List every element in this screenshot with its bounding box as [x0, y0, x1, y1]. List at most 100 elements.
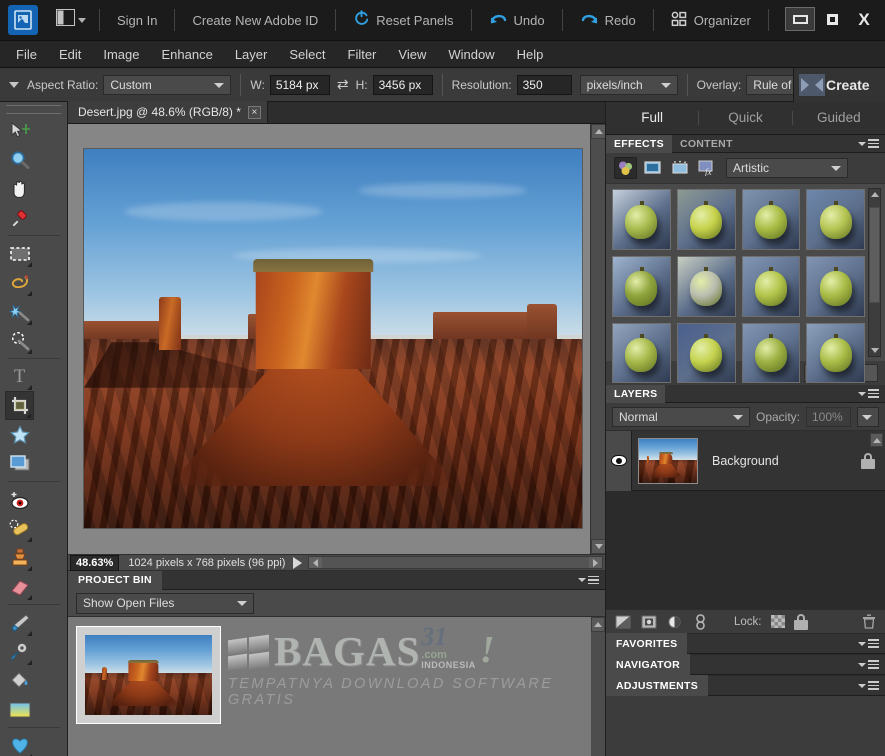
paint-bucket-tool[interactable]	[5, 666, 34, 695]
cookie-cutter-tool[interactable]	[5, 420, 34, 449]
opacity-input[interactable]: 100%	[806, 407, 851, 427]
photo-effects-icon[interactable]	[668, 157, 691, 179]
filters-icon[interactable]	[614, 157, 637, 179]
aspect-ratio-select[interactable]: Custom	[103, 75, 231, 95]
tab-layers[interactable]: LAYERS	[606, 385, 665, 403]
menu-enhance[interactable]: Enhance	[151, 44, 224, 65]
menu-view[interactable]: View	[387, 44, 437, 65]
tab-guided[interactable]: Guided	[793, 111, 885, 125]
effects-thumbnail-grid[interactable]	[606, 183, 885, 361]
effect-thumbnail-poster-edges[interactable]	[677, 323, 736, 384]
create-adobe-id-button[interactable]: Create New Adobe ID	[184, 5, 326, 35]
document-tab[interactable]: Desert.jpg @ 48.6% (RGB/8) * ×	[68, 101, 268, 123]
effect-thumbnail-film-grain[interactable]	[806, 189, 865, 250]
scroll-up-button[interactable]	[869, 189, 880, 200]
gradient-tool[interactable]	[5, 695, 34, 724]
status-scrollbar[interactable]	[308, 556, 603, 569]
effect-thumbnail-dry-brush[interactable]	[742, 189, 801, 250]
menu-filter[interactable]: Filter	[337, 44, 388, 65]
eraser-tool[interactable]	[5, 572, 34, 601]
effect-thumbnail-paint-daubs[interactable]	[742, 256, 801, 317]
crop-tool[interactable]	[5, 391, 34, 420]
layer-thumbnail[interactable]	[638, 438, 698, 484]
scroll-down-button[interactable]	[591, 539, 606, 554]
canvas-vertical-scrollbar[interactable]	[590, 124, 605, 554]
sign-in-button[interactable]: Sign In	[109, 5, 165, 35]
tab-navigator[interactable]: NAVIGATOR	[606, 654, 690, 675]
effect-thumbnail-colored-pencil[interactable]	[612, 189, 671, 250]
project-bin-thumbnail[interactable]	[76, 626, 221, 724]
menu-edit[interactable]: Edit	[48, 44, 92, 65]
effect-thumbnail-fresco[interactable]	[612, 256, 671, 317]
favorites-panel-menu-button[interactable]	[858, 639, 879, 648]
scroll-up-button[interactable]	[591, 617, 605, 632]
close-tab-icon[interactable]: ×	[248, 106, 261, 119]
zoom-tool[interactable]	[5, 145, 34, 174]
lock-transparency-icon[interactable]	[771, 615, 785, 628]
shape-tool[interactable]	[5, 731, 34, 756]
brush-tool[interactable]	[5, 608, 34, 637]
hand-tool[interactable]	[5, 174, 34, 203]
effects-category-select[interactable]: Artistic	[726, 158, 848, 178]
swap-dimensions-icon[interactable]: ⇄	[337, 76, 349, 93]
tab-quick[interactable]: Quick	[699, 111, 792, 125]
play-icon[interactable]	[293, 557, 302, 569]
adjustment-layer-icon[interactable]	[666, 614, 683, 629]
tab-content[interactable]: CONTENT	[672, 135, 741, 153]
create-button[interactable]: Create	[793, 68, 885, 102]
smart-brush-tool[interactable]	[5, 637, 34, 666]
clone-stamp-tool[interactable]	[5, 543, 34, 572]
scrollbar-thumb[interactable]	[869, 207, 880, 303]
tab-adjustments[interactable]: ADJUSTMENTS	[606, 675, 708, 696]
undo-button[interactable]: Undo	[481, 5, 553, 35]
zoom-level-field[interactable]: 48.63%	[70, 555, 119, 571]
menu-file[interactable]: File	[5, 44, 48, 65]
navigator-panel-menu-button[interactable]	[858, 660, 879, 669]
lasso-tool[interactable]	[5, 268, 34, 297]
tab-full[interactable]: Full	[606, 111, 699, 125]
options-expand-icon[interactable]	[9, 82, 19, 88]
layers-scroll-up-button[interactable]	[870, 433, 883, 447]
move-tool[interactable]	[5, 116, 34, 145]
trash-icon[interactable]	[860, 614, 877, 629]
toolbox-grip[interactable]	[6, 105, 61, 114]
project-bin-scrollbar[interactable]	[591, 617, 605, 756]
healing-brush-tool[interactable]	[5, 514, 34, 543]
reset-panels-button[interactable]: Reset Panels	[345, 5, 461, 35]
organizer-button[interactable]: Organizer	[663, 5, 759, 35]
layers-list[interactable]: Background	[606, 431, 885, 609]
favorites-panel-header[interactable]: FAVORITES	[606, 633, 885, 654]
resolution-input[interactable]: 350	[517, 75, 572, 95]
redo-button[interactable]: Redo	[572, 5, 644, 35]
layout-switcher-button[interactable]	[52, 7, 90, 33]
new-layer-icon[interactable]	[614, 614, 631, 629]
effect-thumbnail-smudge-stick[interactable]	[806, 323, 865, 384]
tab-effects[interactable]: EFFECTS	[606, 135, 672, 153]
width-input[interactable]: 5184 px	[270, 75, 330, 95]
menu-image[interactable]: Image	[92, 44, 150, 65]
effects-panel-menu-button[interactable]	[858, 139, 879, 148]
opacity-slider-button[interactable]	[857, 407, 879, 427]
minimize-button[interactable]	[785, 7, 815, 31]
eyedropper-tool[interactable]	[5, 203, 34, 232]
close-button[interactable]: X	[849, 7, 879, 31]
magic-wand-tool[interactable]	[5, 297, 34, 326]
type-tool[interactable]: T	[5, 362, 34, 391]
scroll-right-button[interactable]	[589, 557, 602, 568]
menu-window[interactable]: Window	[437, 44, 505, 65]
effect-thumbnail-plastic-wrap[interactable]	[612, 323, 671, 384]
image-canvas[interactable]	[83, 148, 583, 529]
resolution-units-select[interactable]: pixels/inch	[580, 75, 678, 95]
menu-help[interactable]: Help	[506, 44, 555, 65]
menu-select[interactable]: Select	[278, 44, 336, 65]
effect-thumbnail-rough-pastels[interactable]	[742, 323, 801, 384]
project-bin-tab[interactable]: PROJECT BIN	[68, 571, 162, 590]
menu-layer[interactable]: Layer	[224, 44, 279, 65]
tab-favorites[interactable]: FAVORITES	[606, 633, 687, 654]
lock-all-icon[interactable]	[794, 614, 808, 630]
blend-mode-select[interactable]: Normal	[612, 407, 750, 427]
layer-styles-icon[interactable]	[641, 157, 664, 179]
effect-thumbnail-neon-glow[interactable]	[677, 256, 736, 317]
new-fill-layer-icon[interactable]	[640, 614, 657, 629]
layers-panel-menu-button[interactable]	[858, 389, 879, 398]
